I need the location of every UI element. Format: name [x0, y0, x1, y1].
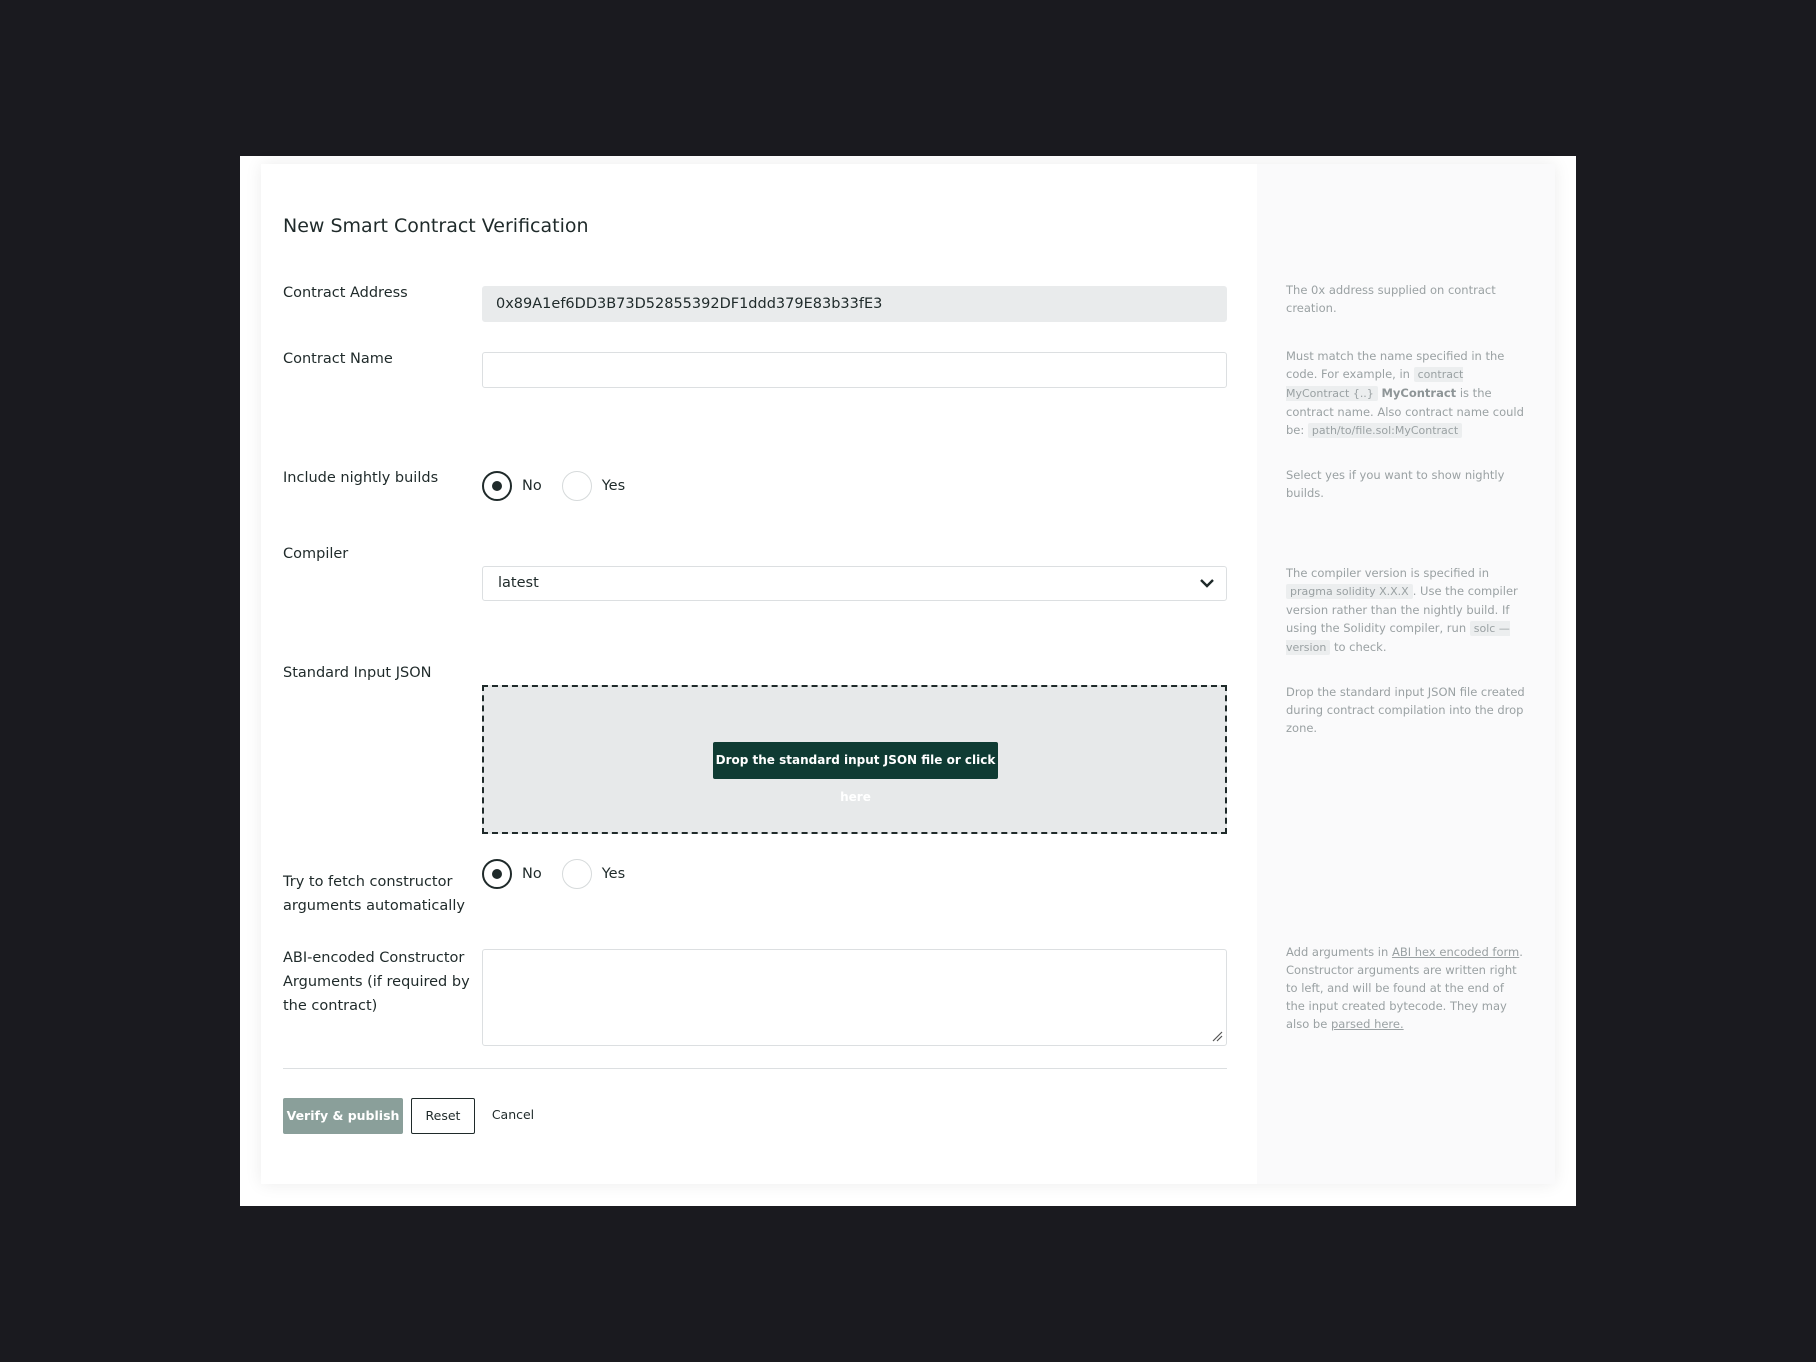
verification-card: New Smart Contract Verification Contract…	[261, 164, 1555, 1184]
standard-input-json-hint: Drop the standard input JSON file create…	[1286, 685, 1525, 735]
contract-name-label: Contract Name	[283, 351, 393, 367]
verify-publish-button[interactable]: Verify & publish	[283, 1098, 403, 1134]
constructor-args-label: ABI-encoded Constructor Arguments (if re…	[283, 950, 470, 1014]
contract-name-input[interactable]	[482, 352, 1227, 388]
contract-address-input[interactable]	[482, 286, 1227, 322]
code-snippet: pragma solidity X.X.X	[1286, 584, 1413, 599]
compiler-select[interactable]: latest	[482, 566, 1227, 601]
json-dropzone[interactable]: Drop the standard input JSON file or cli…	[482, 685, 1227, 834]
page-title: New Smart Contract Verification	[283, 215, 589, 237]
compiler-label: Compiler	[283, 546, 349, 562]
drop-file-button[interactable]: Drop the standard input JSON file or cli…	[713, 742, 998, 804]
abi-hex-link[interactable]: ABI hex encoded form	[1392, 945, 1519, 959]
constructor-args-hint: Add arguments in ABI hex encoded form. C…	[1286, 945, 1523, 1031]
nightly-builds-label: Include nightly builds	[283, 470, 439, 486]
nightly-yes-label[interactable]: Yes	[602, 478, 625, 494]
constructor-args-textarea[interactable]	[482, 949, 1227, 1046]
fetch-constructor-radio-group: No Yes	[482, 859, 645, 889]
fetch-no-radio[interactable]	[482, 859, 512, 889]
compiler-selected-value: latest	[498, 575, 539, 591]
fetch-yes-radio[interactable]	[561, 859, 592, 889]
contract-address-hint: The 0x address supplied on contract crea…	[1286, 283, 1496, 315]
fetch-constructor-label: Try to fetch constructor arguments autom…	[283, 874, 465, 914]
nightly-builds-radio-group: No Yes	[482, 471, 645, 501]
nightly-no-radio[interactable]	[482, 471, 512, 501]
form-divider	[283, 1068, 1227, 1069]
reset-button[interactable]: Reset	[411, 1098, 475, 1134]
parsed-here-link[interactable]: parsed here.	[1331, 1017, 1404, 1031]
cancel-button[interactable]: Cancel	[483, 1098, 543, 1134]
fetch-yes-label[interactable]: Yes	[602, 866, 625, 882]
code-snippet: path/to/file.sol:MyContract	[1307, 423, 1463, 438]
compiler-hint: The compiler version is specified in pra…	[1286, 566, 1518, 655]
fetch-no-label[interactable]: No	[522, 866, 542, 882]
resize-handle-icon[interactable]	[1211, 1030, 1223, 1042]
nightly-yes-radio[interactable]	[561, 471, 592, 501]
standard-input-json-label: Standard Input JSON	[283, 665, 432, 681]
nightly-builds-hint: Select yes if you want to show nightly b…	[1286, 468, 1505, 500]
contract-name-hint: Must match the name specified in the cod…	[1286, 349, 1524, 438]
contract-address-label: Contract Address	[283, 285, 408, 301]
chevron-down-icon	[1200, 579, 1214, 588]
nightly-no-label[interactable]: No	[522, 478, 542, 494]
page-frame: New Smart Contract Verification Contract…	[240, 156, 1576, 1206]
